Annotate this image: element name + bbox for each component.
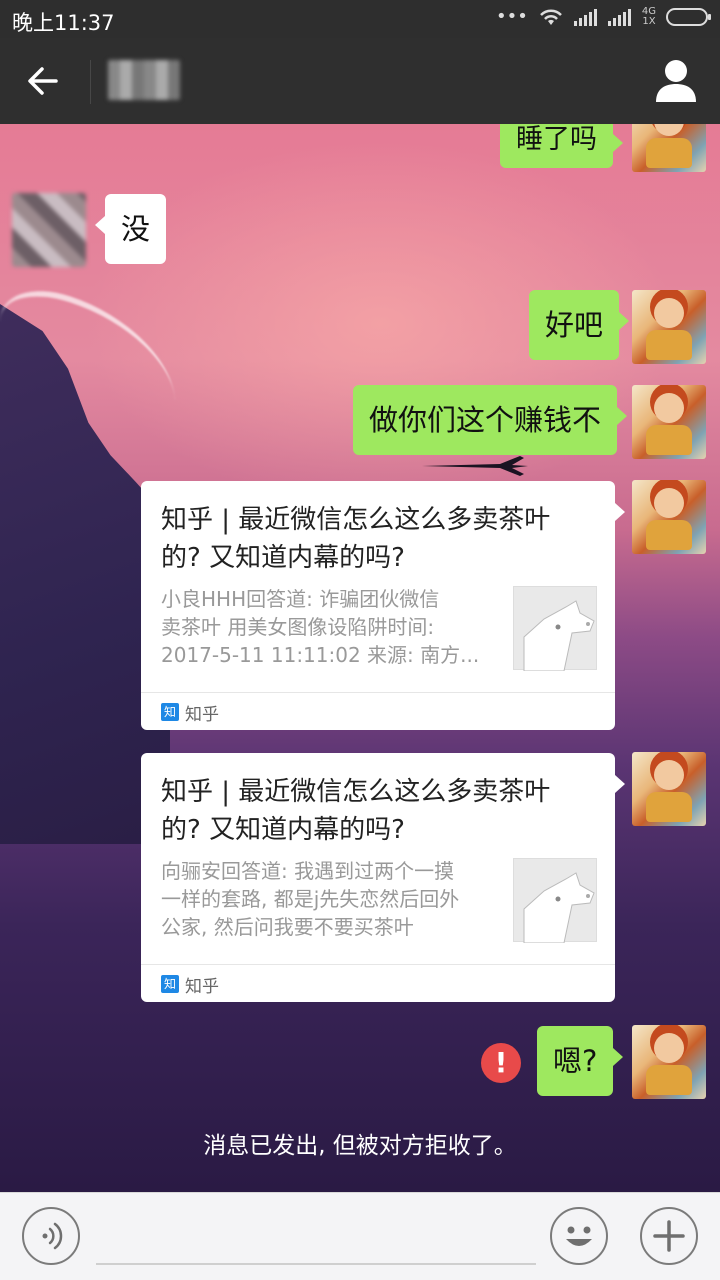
chat-info-button[interactable]: [654, 58, 698, 104]
card-title: 知乎 | 最近微信怎么这么多卖茶叶 的? 又知道内幕的吗?: [161, 777, 551, 845]
dog-sketch-icon: [523, 872, 595, 944]
avatar[interactable]: [632, 752, 706, 826]
card-description: 向骊安回答道: 我遇到过两个一摸 一样的套路, 都是j先失恋然后回外 公家, 然…: [161, 859, 460, 939]
plus-icon: [653, 1220, 685, 1252]
message-bubble-sent[interactable]: 好吧: [529, 290, 630, 360]
signal-icon: [573, 8, 597, 26]
card-footer: 知 知乎: [141, 692, 615, 730]
notification-dots-icon: •••: [496, 6, 528, 27]
message-text: 好吧: [545, 308, 604, 342]
message-bubble-sent[interactable]: 嗯?: [537, 1026, 624, 1096]
link-card[interactable]: 知乎 | 最近微信怎么这么多卖茶叶 的? 又知道内幕的吗? 向骊安回答道: 我遇…: [141, 753, 625, 1002]
card-thumbnail: [513, 858, 597, 944]
emoji-button[interactable]: [550, 1207, 608, 1265]
header-divider: [90, 60, 91, 104]
avatar[interactable]: [632, 124, 706, 172]
network-type: 4G 1X: [641, 5, 656, 27]
message-bubble-sent[interactable]: 睡了吗: [500, 124, 623, 168]
contact-name-blurred: [108, 60, 180, 100]
voice-input-button[interactable]: [22, 1207, 80, 1265]
send-failed-icon[interactable]: !: [481, 1043, 521, 1083]
wifi-icon: [539, 9, 562, 25]
message-input[interactable]: [96, 1263, 536, 1265]
card-description: 小良HHH回答道: 诈骗团伙微信 卖茶叶 用美女图像设陷阱时间: 2017-5-…: [161, 587, 480, 667]
back-arrow-icon: [28, 67, 58, 95]
system-notice: 消息已发出, 但被对方拒收了。: [203, 1133, 517, 1159]
card-footer: 知 知乎: [141, 964, 615, 1002]
message-text: 嗯?: [553, 1044, 598, 1078]
status-time: 晚上11:37: [12, 11, 115, 35]
avatar[interactable]: [632, 1025, 706, 1099]
avatar[interactable]: [632, 290, 706, 364]
airplane-icon: [422, 456, 528, 476]
card-thumbnail: [513, 586, 597, 672]
zhihu-logo-icon: 知: [161, 703, 179, 721]
status-bar: 晚上11:37 ••• 4G 1X: [0, 0, 720, 38]
chat-header: [0, 38, 720, 124]
card-source: 知乎: [185, 977, 219, 997]
smiley-icon: [566, 1226, 592, 1246]
input-bar: [0, 1192, 720, 1280]
more-options-button[interactable]: [640, 1207, 698, 1265]
battery-icon: [666, 7, 711, 26]
dog-sketch-icon: [523, 600, 595, 672]
message-bubble-received[interactable]: 没: [94, 194, 167, 264]
card-title: 知乎 | 最近微信怎么这么多卖茶叶 的? 又知道内幕的吗?: [161, 505, 551, 573]
link-card[interactable]: 知乎 | 最近微信怎么这么多卖茶叶 的? 又知道内幕的吗? 小良HHH回答道: …: [141, 481, 625, 730]
message-text: 做你们这个赚钱不: [369, 403, 602, 437]
person-icon: [656, 60, 696, 102]
signal-2-icon: [607, 8, 631, 26]
chat-area[interactable]: 睡了吗 没 好吧 做你们这个赚钱不 知乎 | 最近微信怎么这么多卖茶叶 的? 又…: [0, 124, 720, 1192]
message-bubble-sent[interactable]: 做你们这个赚钱不: [353, 385, 628, 455]
avatar[interactable]: [632, 480, 706, 554]
avatar[interactable]: [632, 385, 706, 459]
back-button[interactable]: [18, 56, 72, 106]
status-icons: ••• 4G 1X: [496, 5, 711, 27]
zhihu-logo-icon: 知: [161, 975, 179, 993]
card-source: 知乎: [185, 705, 219, 725]
voice-icon: [42, 1222, 63, 1250]
avatar[interactable]: [12, 193, 86, 267]
message-text: 没: [121, 212, 151, 246]
message-text: 睡了吗: [516, 124, 597, 155]
